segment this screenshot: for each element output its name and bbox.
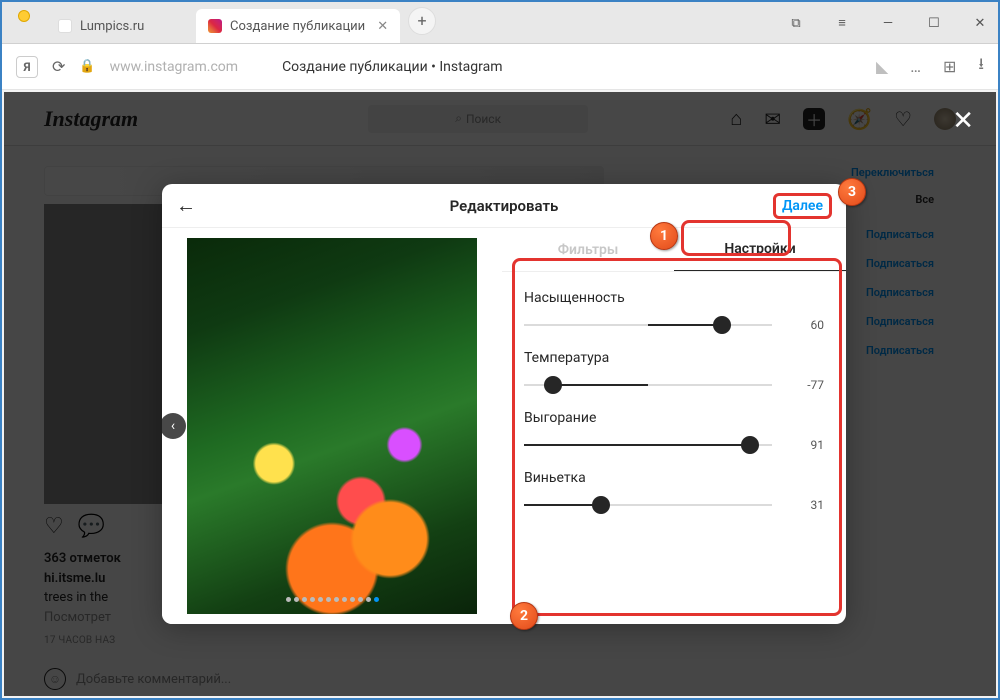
- next-button[interactable]: Далее: [773, 193, 832, 219]
- tab-settings[interactable]: Настройки: [674, 228, 846, 271]
- address-bar: Я ⟳ 🔒 www.instagram.com Создание публика…: [2, 44, 998, 90]
- carousel-dots: [162, 597, 502, 602]
- prev-image-icon[interactable]: ‹: [162, 413, 186, 439]
- tab-label: Lumpics.ru: [80, 19, 144, 34]
- lock-icon: 🔒: [79, 59, 95, 74]
- setting-2: Выгорание 91: [524, 410, 824, 452]
- tab-filters[interactable]: Фильтры: [502, 228, 674, 271]
- page-title: Создание публикации • Instagram: [282, 59, 502, 75]
- annotation-number-2: 2: [510, 602, 538, 630]
- tab-instagram[interactable]: Создание публикации ✕: [196, 9, 400, 43]
- bookmark-icon[interactable]: ◣: [876, 57, 888, 76]
- setting-0: Насыщенность 60: [524, 290, 824, 332]
- setting-1: Температура -77: [524, 350, 824, 392]
- annotation-number-1: 1: [650, 222, 678, 250]
- create-post-modal: ← Редактировать Далее ‹ Фильтры Настройк…: [162, 184, 846, 624]
- maximize-icon[interactable]: ☐: [922, 16, 946, 31]
- settings-list: Насыщенность60Температура-77Выгорание91В…: [502, 272, 846, 624]
- more-icon[interactable]: …: [910, 57, 921, 76]
- annotation-number-3: 3: [838, 178, 866, 206]
- slider-value: -77: [790, 378, 824, 392]
- close-modal-icon[interactable]: ✕: [952, 106, 974, 136]
- slider[interactable]: [524, 444, 772, 446]
- setting-3: Виньетка 31: [524, 470, 824, 512]
- tab-lumpics[interactable]: Lumpics.ru: [46, 9, 196, 43]
- slider-value: 91: [790, 438, 824, 452]
- back-icon[interactable]: ←: [176, 193, 196, 218]
- menu-icon[interactable]: ≡: [830, 15, 854, 31]
- slider[interactable]: [524, 384, 772, 386]
- new-tab-button[interactable]: +: [408, 7, 436, 35]
- window-controls: ⧉ ≡ — ☐ ✕: [784, 2, 992, 44]
- instagram-favicon-icon: [208, 19, 222, 33]
- minimize-icon[interactable]: —: [876, 16, 900, 31]
- yandex-button[interactable]: Я: [16, 56, 38, 78]
- url-host[interactable]: www.instagram.com: [110, 59, 238, 75]
- modal-title: Редактировать: [162, 197, 846, 215]
- close-window-icon[interactable]: ✕: [968, 16, 992, 31]
- extensions-icon[interactable]: ⊞: [943, 57, 956, 76]
- setting-label: Насыщенность: [524, 290, 824, 306]
- browser-logo-icon: [18, 10, 30, 22]
- setting-label: Выгорание: [524, 410, 824, 426]
- favicon-icon: [58, 19, 72, 33]
- reload-icon[interactable]: ⟳: [52, 57, 65, 76]
- image-preview: ‹: [162, 228, 502, 624]
- slider-value: 31: [790, 498, 824, 512]
- browser-titlebar: Lumpics.ru Создание публикации ✕ + ⧉ ≡ —…: [2, 2, 998, 44]
- slider-value: 60: [790, 318, 824, 332]
- modal-header: ← Редактировать Далее: [162, 184, 846, 228]
- setting-label: Виньетка: [524, 470, 824, 486]
- slider[interactable]: [524, 504, 772, 506]
- setting-label: Температура: [524, 350, 824, 366]
- tab-label: Создание публикации: [230, 19, 365, 34]
- slider[interactable]: [524, 324, 772, 326]
- pip-icon[interactable]: ⧉: [784, 16, 808, 31]
- download-icon[interactable]: ⭳: [978, 53, 984, 80]
- edit-panel: Фильтры Настройки Насыщенность 60 Температ…: [502, 228, 846, 624]
- close-tab-icon[interactable]: ✕: [377, 19, 388, 34]
- preview-image[interactable]: [187, 238, 477, 614]
